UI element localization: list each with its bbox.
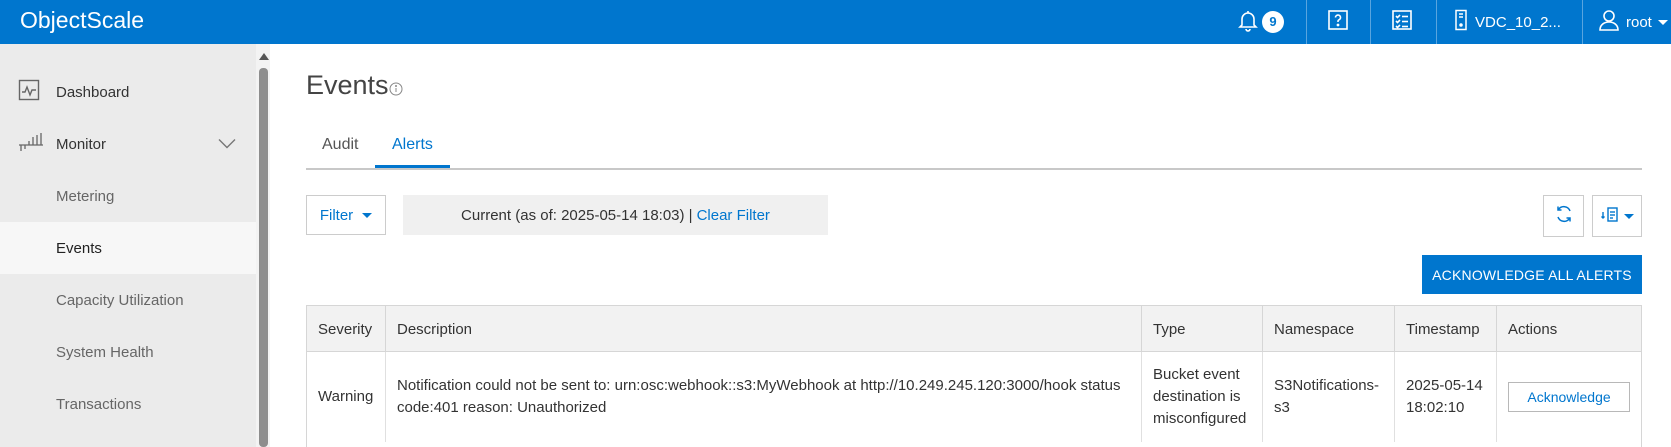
sidebar: Dashboard Monitor Metering Events Capaci… <box>0 44 256 447</box>
sidebar-item-label: Monitor <box>56 135 107 153</box>
sidebar-item-metering[interactable]: Metering <box>0 170 256 222</box>
page-title: Events <box>306 70 389 100</box>
user-icon <box>1598 8 1620 37</box>
help-icon <box>1326 8 1350 37</box>
monitor-icon <box>18 131 44 157</box>
acknowledge-all-alerts-button[interactable]: ACKNOWLEDGE ALL ALERTS <box>1422 255 1642 294</box>
refresh-button[interactable] <box>1543 195 1584 237</box>
export-button[interactable] <box>1592 195 1642 237</box>
tab-bar: Audit Alerts <box>306 130 1642 170</box>
refresh-icon <box>1554 204 1574 229</box>
scrollbar-thumb[interactable] <box>259 68 268 447</box>
chevron-down-icon <box>218 136 236 153</box>
app-title: ObjectScale <box>20 7 145 33</box>
filter-status-bar: Current (as of: 2025-05-14 18:03) | Clea… <box>403 195 828 235</box>
sidebar-item-system-health[interactable]: System Health <box>0 326 256 378</box>
column-header-type[interactable]: Type <box>1142 306 1263 352</box>
active-tab-indicator <box>375 165 450 168</box>
column-header-namespace[interactable]: Namespace <box>1263 306 1395 352</box>
dashboard-icon <box>18 79 40 105</box>
scroll-up-arrow-icon[interactable] <box>259 53 269 60</box>
info-icon[interactable] <box>389 82 403 101</box>
vdc-selector[interactable]: VDC_10_2... <box>1452 0 1562 44</box>
sidebar-item-label: Metering <box>56 187 115 205</box>
alerts-table: Severity Description Type Namespace Time… <box>306 305 1642 447</box>
acknowledge-button[interactable]: Acknowledge <box>1508 382 1630 412</box>
help-button[interactable] <box>1318 0 1358 44</box>
cell-description: Notification could not be sent to: urn:o… <box>386 352 1142 442</box>
sidebar-item-monitor[interactable]: Monitor <box>0 118 256 170</box>
sidebar-item-label: Dashboard <box>56 83 130 101</box>
vdc-label: VDC_10_2... <box>1475 13 1561 31</box>
cell-namespace: S3Notifications-s3 <box>1263 352 1395 442</box>
sidebar-item-label: Capacity Utilization <box>56 291 184 309</box>
notifications-button[interactable]: 9 <box>1230 0 1290 44</box>
tasks-button[interactable] <box>1382 0 1422 44</box>
cell-severity: Warning <box>307 352 386 442</box>
top-bar: ObjectScale 9 VDC_10_2... root <box>0 0 1671 44</box>
filter-button[interactable]: Filter <box>306 195 386 235</box>
chevron-down-icon <box>362 212 373 218</box>
chevron-down-icon <box>1657 19 1668 25</box>
sidebar-item-transactions[interactable]: Transactions <box>0 378 256 430</box>
table-row: Warning Notification could not be sent t… <box>307 352 1641 447</box>
column-header-description[interactable]: Description <box>386 306 1142 352</box>
column-header-actions: Actions <box>1508 320 1558 338</box>
sidebar-item-events[interactable]: Events <box>0 222 256 274</box>
tab-alerts[interactable]: Alerts <box>392 136 433 154</box>
sidebar-item-label: Transactions <box>56 395 142 413</box>
clear-filter-link[interactable]: Clear Filter <box>697 207 770 224</box>
notification-count-badge: 9 <box>1262 11 1284 33</box>
cell-timestamp: 2025-05-14 18:02:10 <box>1395 352 1497 442</box>
column-header-timestamp[interactable]: Timestamp <box>1395 306 1497 352</box>
table-header: Severity Description Type Namespace Time… <box>307 306 1641 352</box>
filter-button-label: Filter <box>319 206 354 224</box>
user-label: root <box>1626 13 1652 31</box>
tasks-icon <box>1390 8 1414 37</box>
column-header-severity[interactable]: Severity <box>307 306 386 352</box>
chevron-down-icon <box>1623 213 1634 219</box>
export-icon <box>1600 204 1621 229</box>
cell-actions: Acknowledge <box>1497 352 1641 442</box>
filter-status-text: Current (as of: 2025-05-14 18:03) | <box>461 206 693 224</box>
tab-audit[interactable]: Audit <box>322 136 358 154</box>
bell-icon <box>1236 8 1260 37</box>
cell-type: Bucket event destination is misconfigure… <box>1142 352 1263 442</box>
sidebar-item-capacity-utilization[interactable]: Capacity Utilization <box>0 274 256 326</box>
server-icon <box>1453 9 1469 36</box>
sidebar-item-label: Events <box>56 239 102 257</box>
user-menu[interactable]: root <box>1598 0 1671 44</box>
sidebar-item-label: System Health <box>56 343 154 361</box>
sidebar-item-dashboard[interactable]: Dashboard <box>0 66 256 118</box>
